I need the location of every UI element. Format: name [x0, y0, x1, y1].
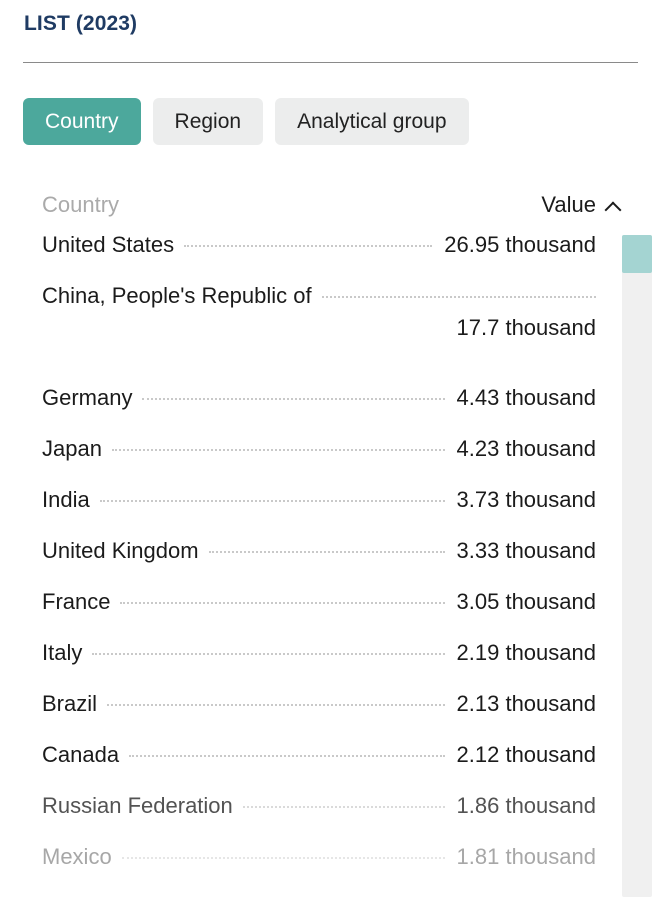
row-leader-dots [120, 601, 445, 604]
row-leader-dots [111, 448, 445, 451]
column-header-value[interactable]: Value [541, 192, 622, 218]
row-value: 17.7 thousand [456, 315, 596, 340]
row-leader-dots [99, 499, 445, 502]
tab-country[interactable]: Country [23, 98, 141, 145]
table-row[interactable]: Russian Federation 1.86 thousand [42, 793, 596, 844]
row-country-name: Japan [42, 436, 102, 461]
tab-region[interactable]: Region [152, 98, 264, 145]
table-row[interactable]: Canada 2.12 thousand [42, 742, 596, 793]
row-value: 4.23 thousand [456, 436, 596, 461]
table-row[interactable]: Italy 2.19 thousand [42, 640, 596, 691]
page-title: LIST (2023) [24, 12, 138, 35]
vertical-scrollbar-track[interactable] [622, 235, 652, 897]
table-row[interactable]: Mexico 1.81 thousand [42, 844, 596, 895]
tab-bar: Country Region Analytical group [23, 98, 469, 145]
row-leader-dots [184, 244, 433, 247]
row-country-name: United States [42, 232, 175, 257]
chevron-up-icon [606, 199, 622, 215]
row-leader-dots [321, 295, 596, 298]
table-row[interactable]: United States 26.95 thousand [42, 232, 596, 283]
vertical-scrollbar-thumb[interactable] [622, 235, 652, 273]
row-country-name: Brazil [42, 691, 98, 716]
row-leader-dots [107, 703, 445, 706]
row-country-name: Germany [42, 385, 133, 410]
row-value: 26.95 thousand [444, 232, 596, 257]
table-row[interactable]: Brazil 2.13 thousand [42, 691, 596, 742]
table-row[interactable]: India 3.73 thousand [42, 487, 596, 538]
row-value: 4.43 thousand [456, 385, 596, 410]
row-country-name: Mexico [42, 844, 112, 869]
row-leader-dots [208, 550, 445, 553]
row-country-name: United Kingdom [42, 538, 199, 563]
row-country-name: France [42, 589, 111, 614]
row-value: 1.86 thousand [456, 793, 596, 818]
list-column-header: Country Value [42, 186, 622, 224]
table-row[interactable]: Japan 4.23 thousand [42, 436, 596, 487]
row-value: 2.12 thousand [456, 742, 596, 767]
row-country-name: China, People's Republic of [42, 283, 312, 308]
country-list: United States 26.95 thousand China, People… [42, 232, 596, 895]
row-leader-dots [121, 856, 445, 859]
row-leader-dots [129, 754, 445, 757]
row-value: 2.19 thousand [456, 640, 596, 665]
list-panel: LIST (2023) Country Region Analytical grou… [0, 0, 660, 912]
row-value: 2.13 thousand [456, 691, 596, 716]
list-viewport: United States 26.95 thousand China, People… [0, 232, 660, 912]
row-leader-dots [242, 805, 445, 808]
row-country-name: India [42, 487, 90, 512]
row-leader-dots [142, 397, 445, 400]
row-value: 3.73 thousand [456, 487, 596, 512]
row-country-name: Italy [42, 640, 83, 665]
table-row[interactable]: United Kingdom 3.33 thousand [42, 538, 596, 589]
title-divider [23, 62, 638, 63]
row-country-name: Russian Federation [42, 793, 233, 818]
row-value: 1.81 thousand [456, 844, 596, 869]
column-header-country[interactable]: Country [42, 192, 119, 218]
row-country-name: Canada [42, 742, 120, 767]
row-value: 3.05 thousand [456, 589, 596, 614]
column-header-value-label: Value [541, 192, 596, 217]
table-row[interactable]: France 3.05 thousand [42, 589, 596, 640]
row-leader-dots [92, 652, 445, 655]
tab-analytical-group[interactable]: Analytical group [275, 98, 469, 145]
table-row[interactable]: China, People's Republic of 17.7 thousand [42, 283, 596, 385]
table-row[interactable]: Germany 4.43 thousand [42, 385, 596, 436]
row-value: 3.33 thousand [456, 538, 596, 563]
